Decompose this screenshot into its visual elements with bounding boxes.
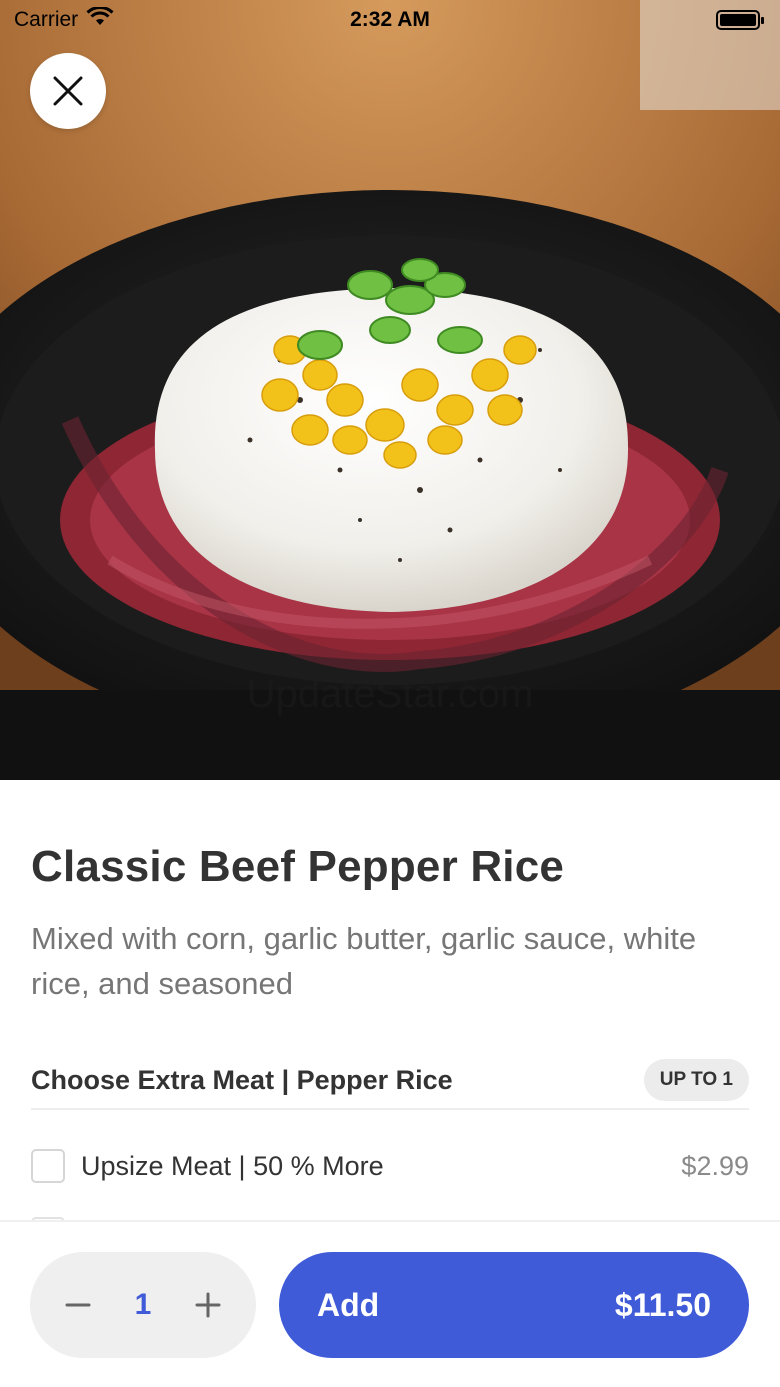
increment-button[interactable] xyxy=(192,1289,224,1321)
close-button[interactable] xyxy=(30,53,106,129)
carrier-label: Carrier xyxy=(14,8,79,31)
quantity-stepper: 1 xyxy=(30,1252,256,1358)
option-group-title: Choose Extra Meat | Pepper Rice xyxy=(31,1064,453,1095)
dish-illustration xyxy=(0,0,780,780)
watermark: UpdateStar.com xyxy=(246,672,534,716)
dish-photo xyxy=(0,0,780,780)
status-time: 2:32 AM xyxy=(350,8,430,31)
wifi-icon xyxy=(86,5,114,33)
item-description: Mixed with corn, garlic butter, garlic s… xyxy=(31,921,697,1001)
add-button-total: $11.50 xyxy=(614,1286,711,1323)
option-label: Upsize Meat | 50 % More xyxy=(81,1150,384,1181)
item-details: Classic Beef Pepper Rice Mixed with corn… xyxy=(31,780,749,1006)
option-row-upsize-meat[interactable]: Upsize Meat | 50 % More $2.99 xyxy=(31,1140,749,1192)
option-price: $2.99 xyxy=(681,1150,749,1181)
status-carrier-group: Carrier xyxy=(14,5,114,33)
option-limit-badge: UP TO 1 xyxy=(643,1059,749,1101)
option-checkbox[interactable] xyxy=(31,1149,65,1183)
status-bar: Carrier 2:32 AM xyxy=(0,0,780,40)
battery-icon xyxy=(716,10,764,30)
decrement-button[interactable] xyxy=(62,1289,94,1321)
quantity-value: 1 xyxy=(134,1288,152,1321)
item-title: Classic Beef Pepper Rice xyxy=(31,842,565,891)
plus-icon xyxy=(195,1292,221,1318)
minus-icon xyxy=(65,1303,91,1307)
add-to-cart-button[interactable]: Add $11.50 xyxy=(279,1252,749,1358)
option-group-header: Choose Extra Meat | Pepper Rice UP TO 1 xyxy=(31,1052,749,1110)
option-left: Upsize Meat | 50 % More xyxy=(31,1149,384,1183)
add-button-label: Add xyxy=(317,1286,380,1323)
close-icon xyxy=(53,76,83,106)
bottom-bar: 1 Add $11.50 xyxy=(0,1220,780,1387)
